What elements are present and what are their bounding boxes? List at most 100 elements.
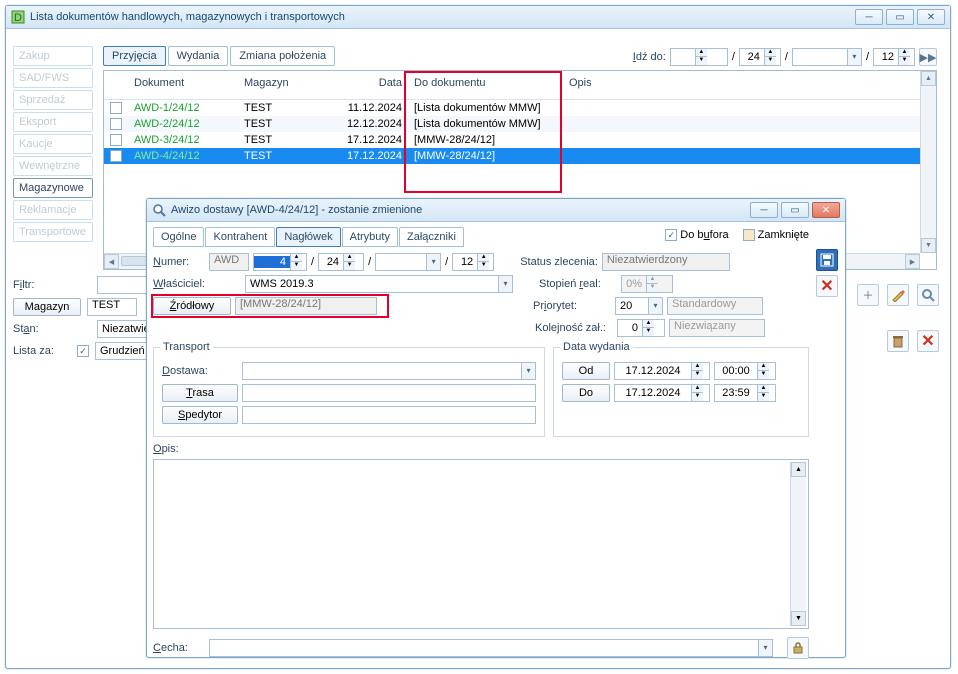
table-row[interactable]: AWD-3/24/12 TEST 17.12.2024 [MMW-28/24/1… <box>104 132 936 148</box>
row-checkbox[interactable] <box>110 102 122 114</box>
sidetab-kaucje[interactable]: Kaucje <box>13 134 93 154</box>
main-title: Lista dokumentów handlowych, magazynowyc… <box>30 11 855 23</box>
do-button[interactable]: Do <box>562 384 610 402</box>
tab-wydania[interactable]: Wydania <box>168 46 229 66</box>
sidetab-transportowe[interactable]: Transportowe <box>13 222 93 242</box>
app-icon: D <box>11 10 25 24</box>
cecha-lock-icon[interactable] <box>787 637 809 659</box>
numer-seg4[interactable]: 12▲▼ <box>452 253 494 271</box>
trasa-field[interactable] <box>242 384 536 402</box>
table-row-selected[interactable]: AWD-4/24/12 TEST 17.12.2024 [MMW-28/24/1… <box>104 148 936 164</box>
mtab-atrybuty[interactable]: Atrybuty <box>342 227 398 247</box>
modal-minimize-button[interactable]: ─ <box>750 202 778 218</box>
priorytet-text: Standardowy <box>667 297 763 315</box>
numer-seg3[interactable]: ▾ <box>375 253 441 271</box>
awizo-modal: Awizo dostawy [AWD-4/24/12] - zostanie z… <box>146 198 846 658</box>
goto-bar: Idź do: ▲▼ / 24▲▼ / ▾ / 12▲▼ ▶▶ <box>633 48 937 66</box>
sidetab-sadfws[interactable]: SAD/FWS <box>13 68 93 88</box>
od-button[interactable]: Od <box>562 362 610 380</box>
close-button[interactable]: ✕ <box>917 9 945 25</box>
scroll-left-icon[interactable]: ◀ <box>104 254 119 269</box>
goto-seg1[interactable]: ▲▼ <box>670 48 728 66</box>
mtab-kontrahent[interactable]: Kontrahent <box>205 227 275 247</box>
minimize-button[interactable]: ─ <box>855 9 883 25</box>
sidetab-zakup[interactable]: Zakup <box>13 46 93 66</box>
opis-scroll-down-icon[interactable]: ▼ <box>791 611 806 626</box>
goto-seg3[interactable]: ▾ <box>792 48 862 66</box>
stan-label: Stan: <box>13 323 91 335</box>
scroll-up-icon[interactable]: ▲ <box>921 71 936 86</box>
od-time[interactable]: 00:00▲▼ <box>714 362 776 380</box>
tab-przyjecia[interactable]: Przyjęcia <box>103 46 166 66</box>
transport-fieldset: Transport Dostawa: ▾ Trasa Spedytor <box>153 347 545 437</box>
mtab-ogolne[interactable]: Ogólne <box>153 227 204 247</box>
listaza-check[interactable]: ✓ <box>77 345 89 357</box>
magazyn-field[interactable]: TEST <box>87 298 137 316</box>
trasa-button[interactable]: Trasa <box>162 384 238 402</box>
modal-titlebar[interactable]: Awizo dostawy [AWD-4/24/12] - zostanie z… <box>147 199 845 222</box>
opis-scroll-up-icon[interactable]: ▲ <box>791 462 806 477</box>
goto-seg4[interactable]: 12▲▼ <box>873 48 915 66</box>
modal-maximize-button[interactable]: ▭ <box>781 202 809 218</box>
grid-header-row[interactable]: Dokument Magazyn Data Do dokumentu Opis <box>104 71 936 100</box>
category-tabs: Zakup SAD/FWS Sprzedaż Eksport Kaucje We… <box>13 46 93 242</box>
table-row[interactable]: AWD-2/24/12 TEST 12.12.2024 [Lista dokum… <box>104 116 936 132</box>
cancel-icon[interactable]: ✕ <box>816 275 838 297</box>
sidetab-reklamacje[interactable]: Reklamacje <box>13 200 93 220</box>
modal-tabs: Ogólne Kontrahent Nagłówek Atrybuty Załą… <box>153 227 464 247</box>
maximize-button[interactable]: ▭ <box>886 9 914 25</box>
kolejnosc-spin[interactable]: 0▲▼ <box>617 319 665 337</box>
opis-textarea[interactable]: ▲ ▼ <box>153 459 809 629</box>
spedytor-button[interactable]: Spedytor <box>162 406 238 424</box>
dostawa-label: Dostawa: <box>162 365 238 377</box>
col-opis[interactable]: Opis <box>563 71 936 100</box>
numer-seg2[interactable]: 24▲▼ <box>318 253 364 271</box>
numer-n[interactable]: 4▲▼ <box>253 253 307 271</box>
opis-label: Opis: <box>153 443 179 455</box>
sidetab-eksport[interactable]: Eksport <box>13 112 93 132</box>
kolejnosc-text: Niezwiązany <box>669 319 765 337</box>
grid-scroll-v[interactable]: ▲ ▼ <box>920 71 936 253</box>
cecha-combo[interactable]: ▾ <box>209 639 773 657</box>
modal-title: Awizo dostawy [AWD-4/24/12] - zostanie z… <box>171 204 750 216</box>
scroll-right-icon[interactable]: ▶ <box>905 254 920 269</box>
tab-zmiana[interactable]: Zmiana położenia <box>230 46 335 66</box>
sidetab-magazynowe[interactable]: Magazynowe <box>13 178 93 198</box>
goto-seg2[interactable]: 24▲▼ <box>739 48 781 66</box>
od-date[interactable]: 17.12.2024▲▼ <box>614 362 710 380</box>
table-row[interactable]: AWD-1/24/12 TEST 11.12.2024 [Lista dokum… <box>104 100 936 117</box>
do-bufora-check[interactable]: ✓Do bufora <box>665 229 728 241</box>
transport-legend: Transport <box>160 341 213 353</box>
stopien-label: Stopień real: <box>539 278 617 290</box>
row-checkbox[interactable] <box>110 150 122 162</box>
col-data[interactable]: Data <box>328 71 408 100</box>
zrodlowy-field: [MMW-28/24/12] <box>235 297 377 315</box>
svg-text:D: D <box>14 12 22 24</box>
scroll-down-icon[interactable]: ▼ <box>921 238 936 253</box>
main-titlebar[interactable]: D Lista dokumentów handlowych, magazynow… <box>6 6 950 29</box>
modal-close-button[interactable]: ✕ <box>812 202 840 218</box>
wlasciciel-combo[interactable]: WMS 2019.3▾ <box>245 275 513 293</box>
mtab-naglowek[interactable]: Nagłówek <box>276 227 340 247</box>
do-time[interactable]: 23:59▲▼ <box>714 384 776 402</box>
magazyn-button[interactable]: Magazyn <box>13 298 81 316</box>
sidetab-sprzedaz[interactable]: Sprzedaż <box>13 90 93 110</box>
zrodlowy-button[interactable]: Źródłowy <box>153 297 231 315</box>
goto-go-icon[interactable]: ▶▶ <box>919 48 937 66</box>
col-dokument[interactable]: Dokument <box>128 71 238 100</box>
row-checkbox[interactable] <box>110 118 122 130</box>
mtab-zalaczniki[interactable]: Załączniki <box>399 227 464 247</box>
do-date[interactable]: 17.12.2024▲▼ <box>614 384 710 402</box>
view-tabs: Przyjęcia Wydania Zmiana położenia <box>103 46 335 66</box>
save-icon[interactable] <box>816 249 838 271</box>
listaza-label: Lista za: <box>13 345 71 357</box>
col-dodok[interactable]: Do dokumentu <box>408 71 563 100</box>
stopien-spin[interactable]: 0%▲▼ <box>621 275 673 293</box>
col-magazyn[interactable]: Magazyn <box>238 71 328 100</box>
priorytet-combo[interactable]: 20▾ <box>615 297 663 315</box>
zamkniete-check[interactable]: Zamknięte <box>743 229 809 241</box>
dostawa-combo[interactable]: ▾ <box>242 362 536 380</box>
row-checkbox[interactable] <box>110 134 122 146</box>
spedytor-field[interactable] <box>242 406 536 424</box>
sidetab-wewnetrzne[interactable]: Wewnętrzne <box>13 156 93 176</box>
